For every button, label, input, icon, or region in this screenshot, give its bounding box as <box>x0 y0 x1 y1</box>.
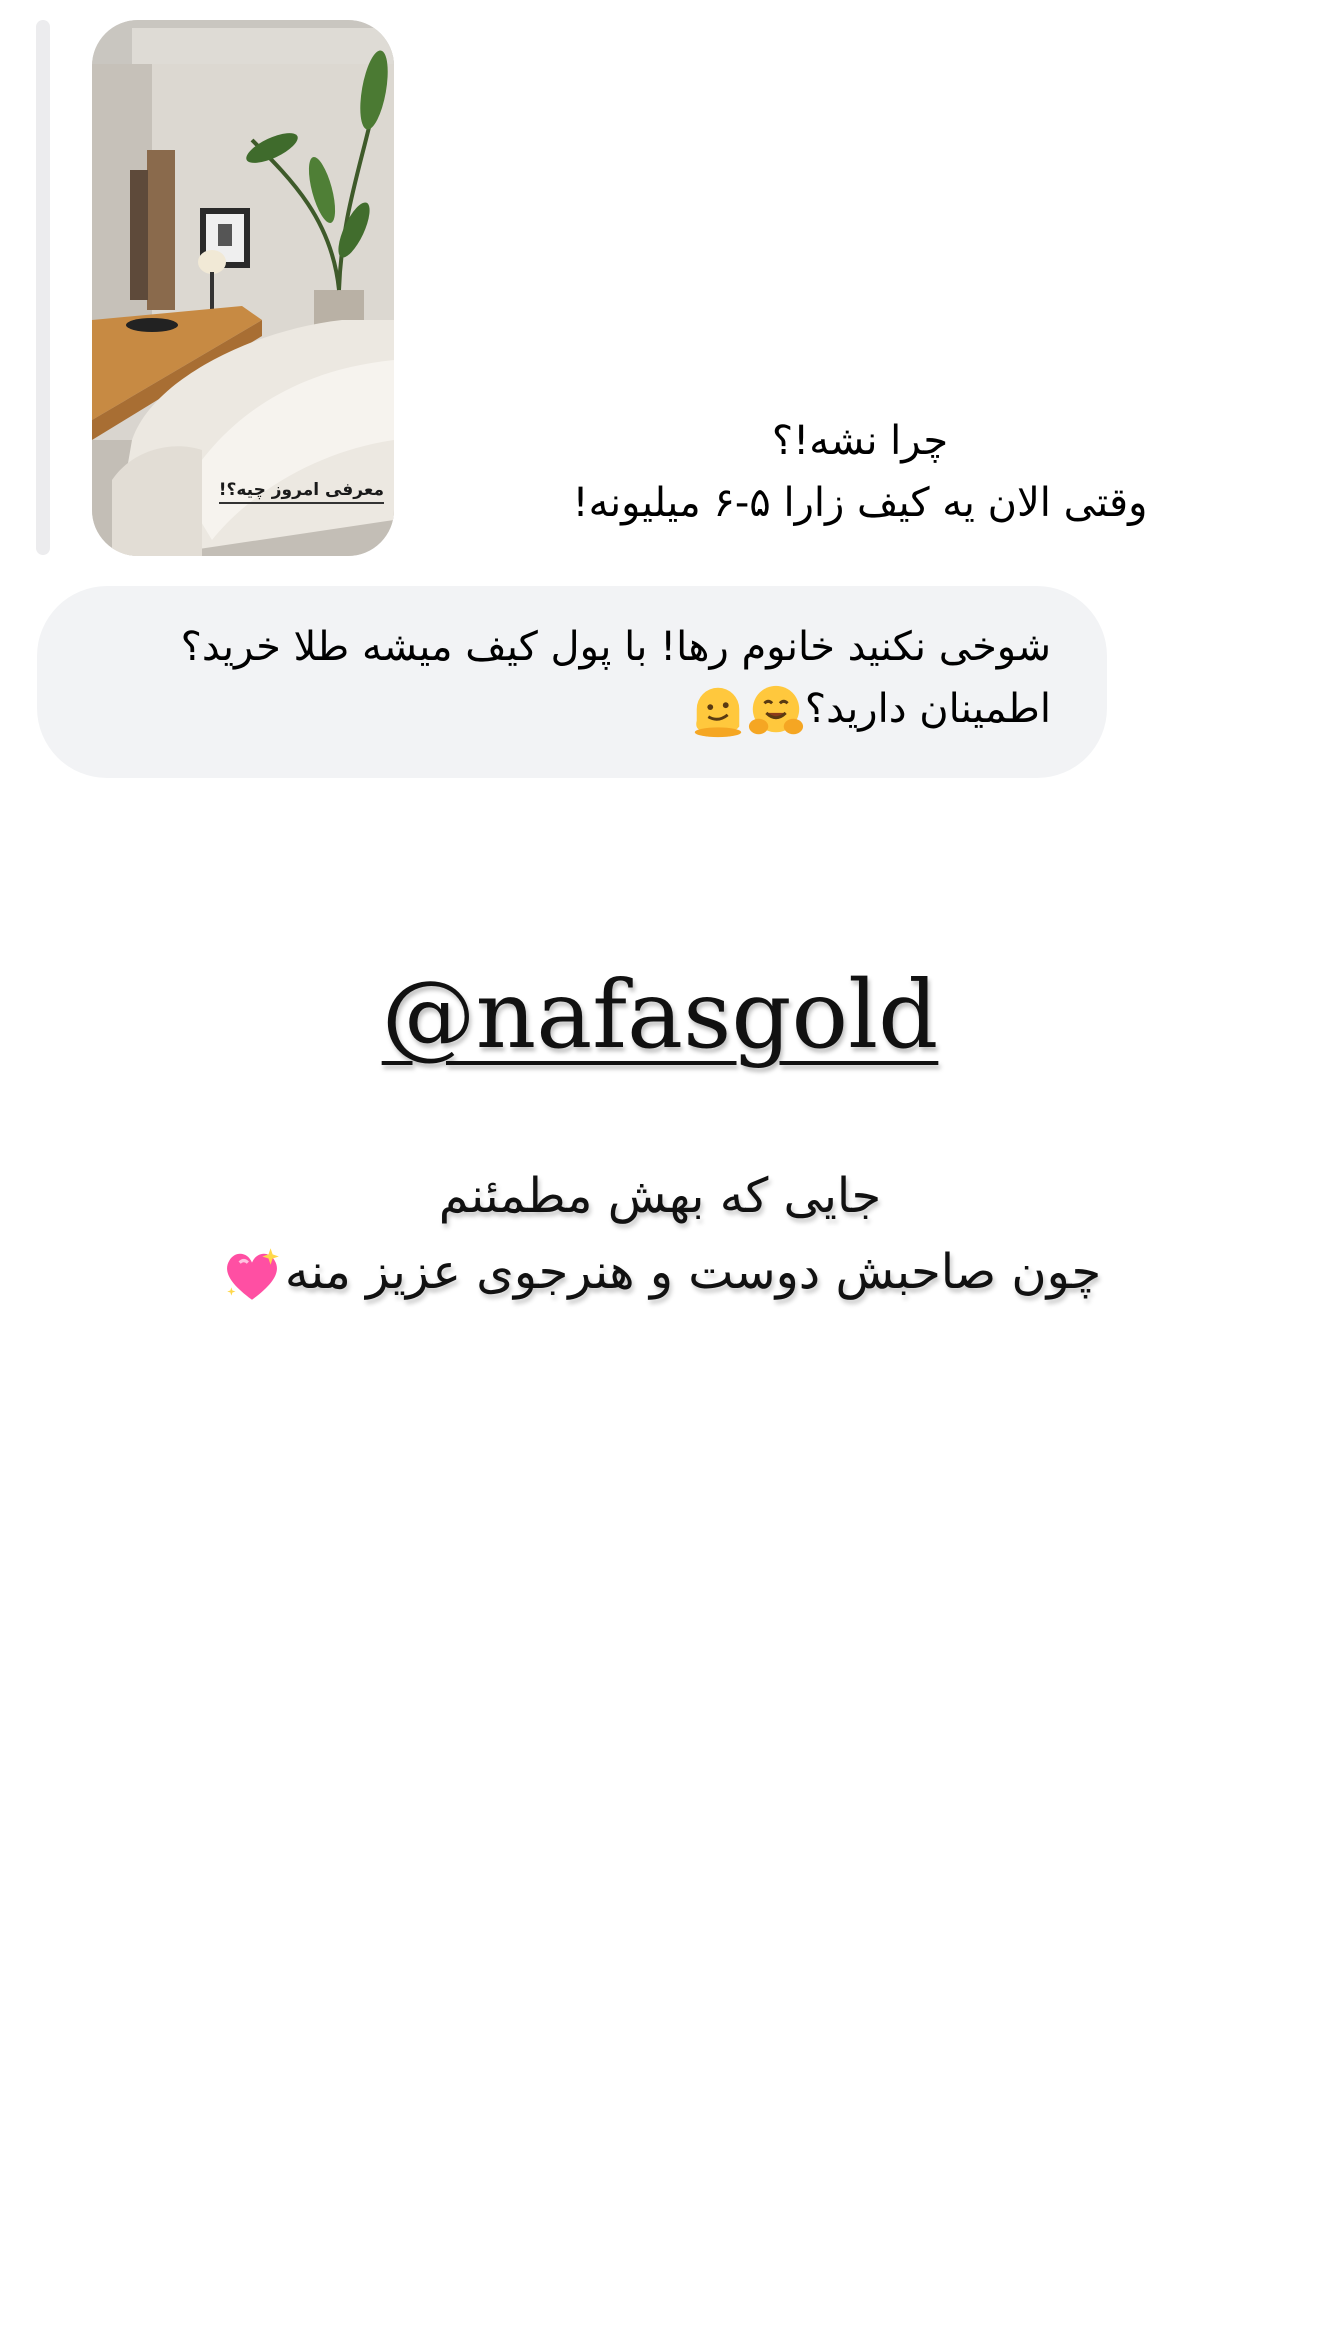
story-preview-thumbnail[interactable]: معرفی امروز چیه؟! <box>92 20 394 556</box>
message-line-2: اطمینان دارید؟ <box>689 678 1051 740</box>
message-line-2-text: اطمینان دارید؟ <box>804 686 1051 732</box>
story-reply-line-1: چرا نشه!؟ <box>771 418 949 464</box>
account-handle-text[interactable]: @nafasgold <box>382 961 939 1070</box>
sparkling-heart-icon <box>226 1248 279 1300</box>
message-line-1: شوخی نکنید خانوم رها! با پول کیف میشه طل… <box>180 624 1051 670</box>
caption-line-1: جایی که بهش مطمئنم <box>438 1168 882 1224</box>
melting-face-emoji <box>694 687 742 738</box>
caption-line-2-text: چون صاحبش دوست و هنرجوی عزیز منه <box>284 1244 1102 1300</box>
story-caption: معرفی امروز چیه؟! <box>218 480 384 504</box>
hugging-face-emoji <box>748 685 803 735</box>
story-caption-text: جایی که بهش مطمئنم چون صاحبش دوست و هنرج… <box>0 1158 1320 1310</box>
reply-quote-bar <box>36 20 50 555</box>
account-handle[interactable]: @nafasgold <box>0 956 1320 1076</box>
message-bubble[interactable]: شوخی نکنید خانوم رها! با پول کیف میشه طل… <box>37 586 1107 778</box>
caption-line-2: چون صاحبش دوست و هنرجوی عزیز منه <box>0 1234 1320 1310</box>
story-reply-text: چرا نشه!؟ وقتی الان یه کیف زارا ۵-۶ میلی… <box>540 410 1180 534</box>
story-reply-line-2: وقتی الان یه کیف زارا ۵-۶ میلیونه! <box>572 480 1148 526</box>
living-room-photo <box>92 20 394 556</box>
